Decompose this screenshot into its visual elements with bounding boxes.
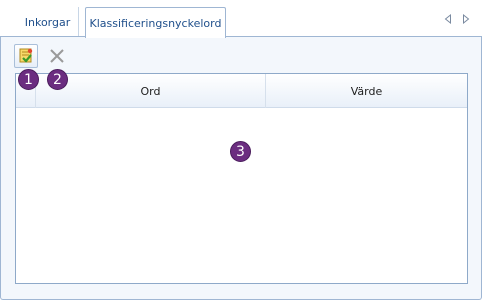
column-header-varde[interactable]: Värde <box>266 74 467 108</box>
column-header-ord[interactable]: Ord <box>36 74 266 108</box>
keywords-window: Inkorgar Klassificeringsnyckelord Ord Vä… <box>0 0 482 300</box>
tab-label: Inkorgar <box>24 15 71 29</box>
tab-klassificeringsnyckelord[interactable]: Klassificeringsnyckelord <box>85 7 226 38</box>
add-keyword-icon <box>19 48 33 63</box>
tab-scroll-right-button[interactable] <box>461 13 471 25</box>
grid-header: Ord Värde <box>16 74 467 108</box>
callout-badge-1: 1 <box>18 69 39 90</box>
tab-inkorgar[interactable]: Inkorgar <box>17 7 79 37</box>
callout-number: 1 <box>24 71 33 88</box>
tab-strip-divider <box>0 36 482 37</box>
callout-number: 2 <box>53 71 62 88</box>
add-keyword-button[interactable] <box>14 44 38 68</box>
column-header-label: Ord <box>140 84 161 98</box>
triangle-right-icon <box>463 14 470 24</box>
column-header-label: Värde <box>350 84 383 98</box>
tab-scroll-left-button[interactable] <box>443 13 453 25</box>
delete-x-icon <box>50 49 64 63</box>
keywords-grid[interactable]: Ord Värde <box>15 73 468 284</box>
tab-strip: Inkorgar Klassificeringsnyckelord <box>0 0 482 38</box>
delete-keyword-button[interactable] <box>45 44 69 68</box>
callout-badge-3: 3 <box>230 141 251 162</box>
triangle-left-icon <box>444 14 451 24</box>
callout-number: 3 <box>236 143 245 160</box>
callout-badge-2: 2 <box>47 69 68 90</box>
tab-label: Klassificeringsnyckelord <box>89 16 222 30</box>
